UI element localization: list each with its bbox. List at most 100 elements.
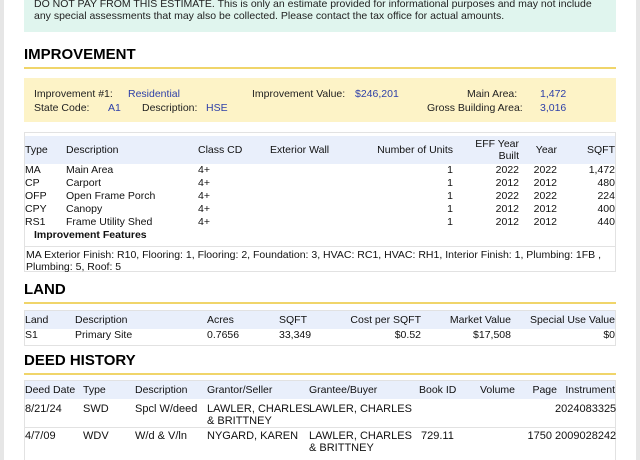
col-description: Description — [66, 136, 198, 164]
cell-class-cd: 4+ — [198, 164, 210, 176]
cell-deed-date: 4/7/09 — [25, 430, 56, 442]
cell-type: CPY — [25, 203, 47, 215]
cell-exterior-wall — [270, 203, 342, 216]
cell-year: 2022 — [533, 190, 557, 202]
improvement-features-heading: Improvement Features — [34, 229, 147, 241]
cell-exterior-wall — [270, 177, 342, 190]
col-number-of-units: Number of Units — [342, 136, 453, 164]
cell-type: OFP — [25, 190, 47, 202]
cell-description: Spcl W/deed — [135, 403, 198, 415]
cell-type: CP — [25, 177, 40, 189]
col-book-id: Book ID — [419, 381, 457, 399]
cell-instrument: 2009028242 — [555, 430, 617, 442]
col-acres: Acres — [207, 311, 279, 329]
cell-type: SWD — [83, 403, 109, 415]
cell-grantee: LAWLER, CHARLES — [309, 403, 412, 415]
cell-sqft: 480 — [597, 177, 615, 189]
cell-exterior-wall — [270, 190, 342, 203]
table-row: OFP Open Frame Porch 4+ 1 2022 2022 224 — [25, 190, 615, 203]
cell-market-value: $17,508 — [473, 329, 511, 341]
state-code-value: A1 — [108, 102, 121, 114]
cell-units: 1 — [447, 216, 453, 228]
cell-grantor-line2: & BRITTNEY — [207, 415, 272, 427]
property-page: DO NOT PAY FROM THIS ESTIMATE. This is o… — [0, 0, 640, 460]
cell-cost-per-sqft: $0.52 — [394, 329, 421, 341]
main-area-value: 1,472 — [540, 88, 567, 100]
cell-acres: 0.7656 — [207, 329, 240, 341]
col-sqft: SQFT — [557, 136, 615, 164]
cell-grantee-line1: LAWLER, CHARLES — [309, 430, 412, 442]
cell-instrument: 2024083325 — [555, 403, 617, 415]
col-cost-per-sqft: Cost per SQFT — [341, 311, 421, 329]
col-year: Year — [519, 136, 557, 164]
improvement-features-text: MA Exterior Finish: R10, Flooring: 1, Fl… — [24, 246, 616, 273]
cell-year: 2012 — [533, 177, 557, 189]
cell-exterior-wall — [270, 164, 342, 177]
cell-grantor: NYGARD, KAREN — [207, 430, 299, 442]
col-special-use-value: Special Use Value — [511, 311, 615, 329]
cell-grantor-line1: LAWLER, CHARLES — [207, 403, 310, 415]
land-table: Land Description Acres SQFT Cost per SQF… — [25, 311, 615, 342]
cell-grantee-line2: & BRITTNEY — [309, 442, 374, 454]
col-deed-date: Deed Date — [25, 381, 83, 399]
improvement-summary: Improvement #1: Residential State Code: … — [24, 78, 616, 122]
cell-units: 1 — [447, 203, 453, 215]
col-grantor: Grantor/Seller — [207, 381, 309, 399]
table-row: RS1 Frame Utility Shed 4+ 1 2012 2012 44… — [25, 216, 615, 229]
main-area-label: Main Area: — [467, 88, 518, 100]
improvement-table: Type Description Class CD Exterior Wall … — [25, 136, 615, 229]
cell-description: W/d & V/ln — [135, 430, 187, 442]
cell-sqft: 224 — [597, 190, 615, 202]
cell-type: RS1 — [25, 216, 46, 228]
improvement-value-amount: $246,201 — [355, 88, 399, 100]
col-instrument: Instrument — [557, 381, 615, 399]
improvement-number-label: Improvement #1: — [34, 88, 113, 100]
cell-year: 2022 — [533, 164, 557, 176]
table-row: CPY Canopy 4+ 1 2012 2012 400 — [25, 203, 615, 216]
col-eff-year-built: EFF Year Built — [453, 136, 519, 164]
cell-page: 1750 — [527, 430, 552, 442]
deed-table-header: Deed Date Type Description Grantor/Selle… — [25, 381, 615, 399]
table-row: MA Main Area 4+ 1 2022 2022 1,472 — [25, 164, 615, 177]
gross-building-area-label: Gross Building Area: — [427, 102, 523, 114]
improvement-table-header: Type Description Class CD Exterior Wall … — [25, 136, 615, 164]
col-type: Type — [25, 136, 66, 164]
improvement-heading: IMPROVEMENT — [24, 46, 616, 69]
cell-year: 2012 — [533, 216, 557, 228]
cell-description: Frame Utility Shed — [66, 216, 153, 228]
cell-type: WDV — [83, 430, 109, 442]
cell-land: S1 — [25, 329, 38, 341]
col-description: Description — [135, 381, 207, 399]
cell-description: Primary Site — [75, 329, 133, 341]
cell-class-cd: 4+ — [198, 203, 210, 215]
col-page: Page — [515, 381, 557, 399]
cell-eff-year: 2012 — [495, 203, 519, 215]
cell-class-cd: 4+ — [198, 177, 210, 189]
right-margin — [636, 0, 640, 460]
col-class-cd: Class CD — [198, 136, 270, 164]
cell-eff-year: 2022 — [495, 164, 519, 176]
table-row: S1 Primary Site 0.7656 33,349 $0.52 $17,… — [25, 329, 615, 342]
estimate-disclaimer: DO NOT PAY FROM THIS ESTIMATE. This is o… — [24, 0, 616, 32]
cell-eff-year: 2012 — [495, 216, 519, 228]
description-value: HSE — [206, 102, 228, 114]
cell-units: 1 — [447, 190, 453, 202]
cell-sqft: 1,472 — [588, 164, 615, 176]
cell-class-cd: 4+ — [198, 216, 210, 228]
cell-exterior-wall — [270, 216, 342, 229]
cell-special-use-value: $0 — [603, 329, 615, 341]
col-type: Type — [83, 381, 135, 399]
col-exterior-wall: Exterior Wall — [270, 136, 342, 164]
col-description: Description — [75, 311, 207, 329]
cell-description: Main Area — [66, 164, 114, 176]
cell-eff-year: 2022 — [495, 190, 519, 202]
cell-eff-year: 2012 — [495, 177, 519, 189]
left-margin — [0, 0, 4, 460]
cell-sqft: 33,349 — [279, 329, 312, 341]
cell-deed-date: 8/21/24 — [25, 403, 62, 415]
cell-type: MA — [25, 164, 41, 176]
row-divider — [24, 427, 616, 428]
cell-class-cd: 4+ — [198, 190, 210, 202]
cell-description: Carport — [66, 177, 102, 189]
cell-description: Canopy — [66, 203, 103, 215]
